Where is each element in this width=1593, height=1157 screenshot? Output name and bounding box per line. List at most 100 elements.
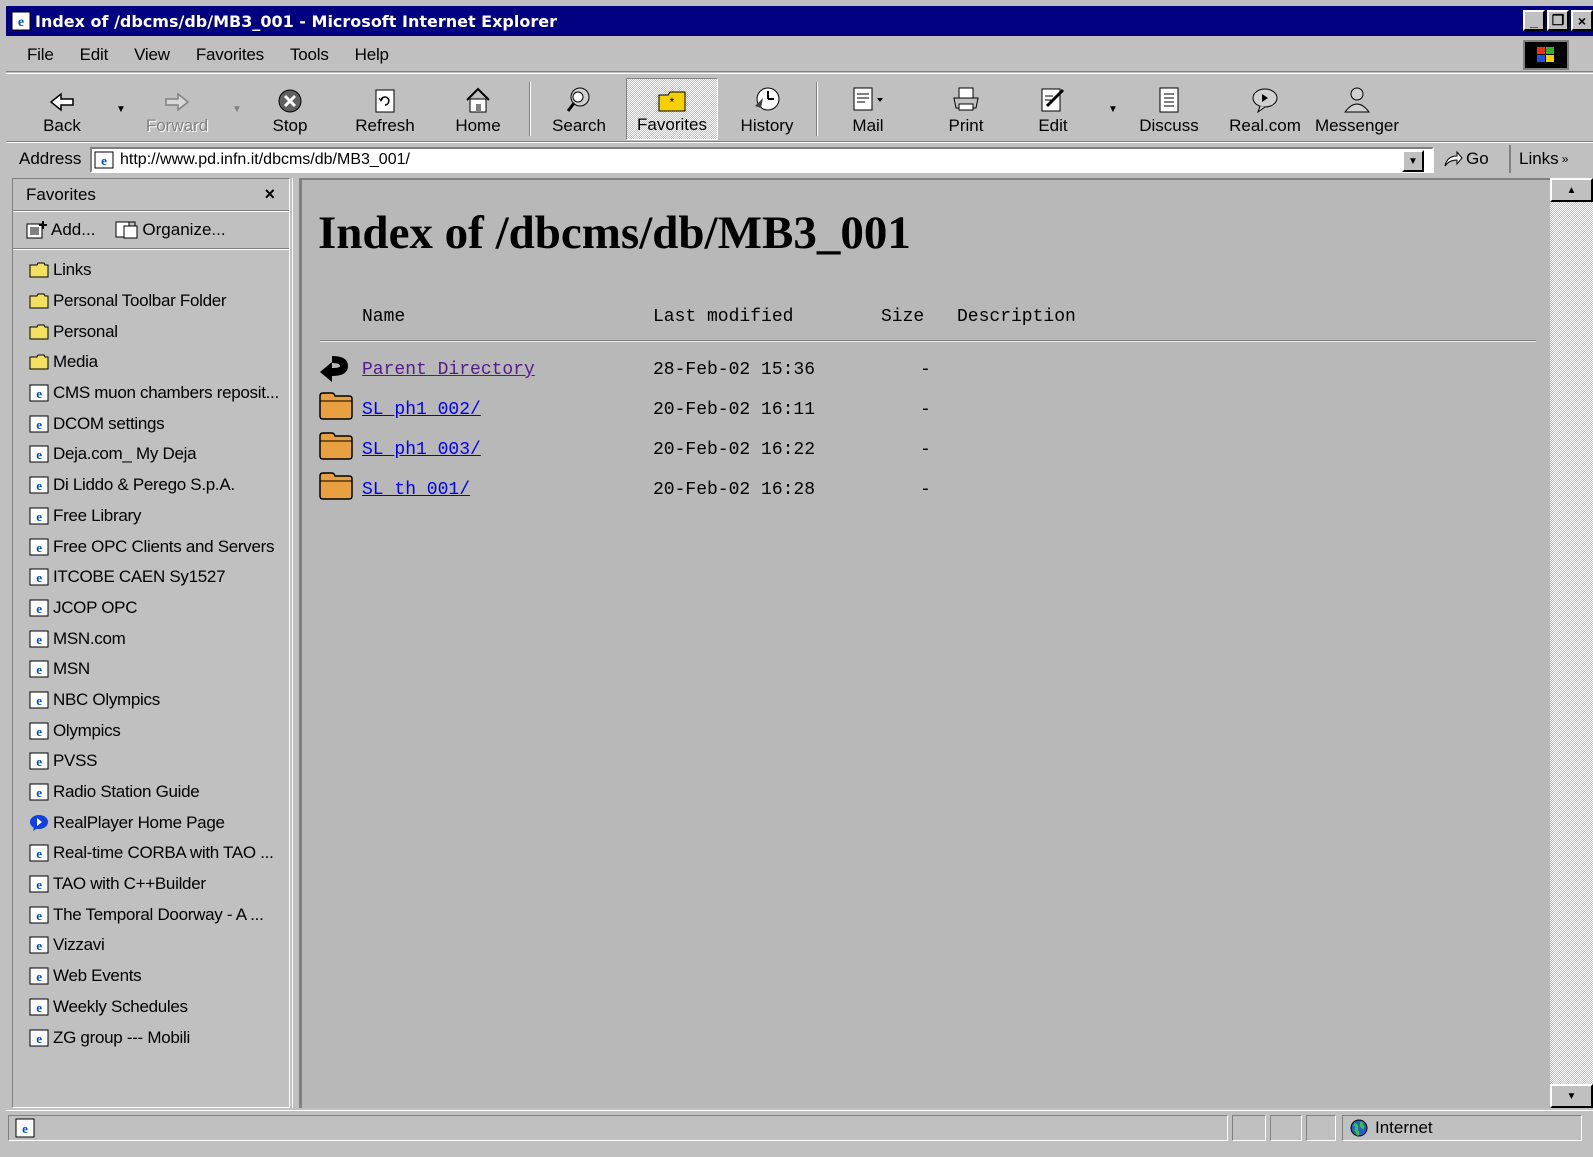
favorites-link-item[interactable]: e Real-time CORBA with TAO ... (13, 838, 289, 869)
favorites-link-item[interactable]: e ZG group --- Mobili (13, 1022, 289, 1053)
address-dropdown-button[interactable]: ▼ (1402, 150, 1424, 172)
last-modified-cell: 28-Feb-02 15:36 (653, 360, 816, 380)
column-header-description[interactable]: Description (957, 307, 1076, 327)
menu-favorites[interactable]: Favorites (183, 45, 277, 65)
back-dropdown-icon[interactable]: ▼ (116, 104, 126, 115)
svg-text:e: e (36, 1000, 42, 1015)
home-button[interactable]: Home (448, 78, 508, 140)
title-bar[interactable]: e Index of /dbcms/db/MB3_001 - Microsoft… (6, 6, 1593, 36)
edit-button[interactable]: Edit (1030, 78, 1076, 140)
print-button[interactable]: Print (940, 78, 992, 140)
edit-dropdown-icon[interactable]: ▼ (1108, 104, 1118, 115)
favorites-link-item[interactable]: e The Temporal Doorway - A ... (13, 899, 289, 930)
file-link[interactable]: SL_th_001/ (362, 480, 470, 500)
favorites-folder-item[interactable]: Personal (13, 316, 289, 347)
ie-page-icon: e (29, 599, 49, 617)
discuss-button[interactable]: Discuss (1134, 78, 1204, 140)
favorites-folder-item[interactable]: Links (13, 255, 289, 286)
messenger-button[interactable]: Messenger (1312, 78, 1402, 140)
favorites-link-item[interactable]: e MSN (13, 654, 289, 685)
status-pane-lock (1270, 1115, 1302, 1141)
parent-directory-icon[interactable] (318, 350, 354, 391)
favorites-link-item[interactable]: e TAO with C++Builder (13, 869, 289, 900)
favorites-folder-item[interactable]: Personal Toolbar Folder (13, 286, 289, 317)
forward-label: Forward (145, 116, 209, 135)
favorites-link-item[interactable]: e Web Events (13, 961, 289, 992)
file-link[interactable]: Parent Directory (362, 360, 535, 380)
favorites-link-item[interactable]: e Weekly Schedules (13, 992, 289, 1023)
favorites-link-item[interactable]: e ITCOBE CAEN Sy1527 (13, 562, 289, 593)
minimize-button[interactable]: _ (1523, 10, 1545, 31)
mail-button[interactable]: Mail (842, 78, 894, 140)
address-input[interactable]: e http://www.pd.infn.it/dbcms/db/MB3_001… (90, 147, 1434, 173)
favorites-link-item[interactable]: e Olympics (13, 715, 289, 746)
svg-text:e: e (36, 877, 42, 892)
folder-icon[interactable] (318, 470, 354, 507)
favorites-link-item[interactable]: e NBC Olympics (13, 685, 289, 716)
security-zone-label: Internet (1375, 1118, 1433, 1137)
favorites-link-item[interactable]: e CMS muon chambers reposit... (13, 378, 289, 409)
svg-text:e: e (22, 1121, 28, 1136)
folder-icon[interactable] (318, 390, 354, 427)
messenger-icon (1343, 87, 1371, 113)
favorites-pane: Favorites × Add... Organize... Links Pers… (12, 178, 290, 1108)
size-cell: - (920, 480, 931, 500)
favorites-item-label: ZG group --- Mobili (53, 1027, 190, 1047)
favorites-link-item[interactable]: e Vizzavi (13, 930, 289, 961)
close-icon[interactable]: × (264, 184, 275, 205)
menu-file[interactable]: File (6, 45, 67, 65)
favorites-link-item[interactable]: e JCOP OPC (13, 593, 289, 624)
favorites-folder-item[interactable]: Media (13, 347, 289, 378)
refresh-button[interactable]: Refresh (350, 78, 420, 140)
favorites-link-item[interactable]: e MSN.com (13, 623, 289, 654)
forward-dropdown-icon[interactable]: ▼ (232, 104, 242, 115)
favorites-folder-icon: * (658, 91, 686, 112)
favorites-link-item[interactable]: e DCOM settings (13, 408, 289, 439)
favorites-link-item[interactable]: e Di Liddo & Perego S.p.A. (13, 470, 289, 501)
file-link[interactable]: SL_ph1_003/ (362, 440, 481, 460)
column-header-size[interactable]: Size (881, 307, 924, 327)
favorites-link-item[interactable]: e PVSS (13, 746, 289, 777)
realcom-button[interactable]: Real.com (1226, 78, 1304, 140)
favorites-link-item[interactable]: e Free OPC Clients and Servers (13, 531, 289, 562)
column-header-last-modified[interactable]: Last modified (653, 307, 793, 327)
go-arrow-icon (1444, 150, 1463, 167)
column-header-name[interactable]: Name (362, 307, 405, 327)
add-favorite-button[interactable]: Add... (26, 220, 95, 240)
svg-text:e: e (36, 386, 42, 401)
last-modified-cell: 20-Feb-02 16:22 (653, 440, 816, 460)
links-toolbar-button[interactable]: Links » (1509, 145, 1568, 173)
organize-favorites-button[interactable]: Organize... (115, 220, 226, 240)
menu-help[interactable]: Help (342, 45, 402, 65)
favorites-button[interactable]: * Favorites (626, 78, 718, 140)
favorites-link-item[interactable]: e Radio Station Guide (13, 777, 289, 808)
organize-icon (115, 221, 138, 239)
vertical-scrollbar[interactable]: ▲ ▼ (1550, 178, 1593, 1108)
maximize-button[interactable]: ❐ (1547, 10, 1569, 31)
close-window-button[interactable]: × (1571, 10, 1593, 31)
favorites-item-label: MSN.com (53, 628, 126, 648)
scroll-up-button[interactable]: ▲ (1550, 178, 1593, 202)
favorites-link-item[interactable]: e Free Library (13, 501, 289, 532)
windows-logo-icon (1523, 40, 1569, 70)
search-button[interactable]: Search (546, 78, 612, 140)
menu-edit[interactable]: Edit (67, 45, 122, 65)
back-button[interactable]: Back (34, 78, 90, 140)
history-button[interactable]: History (734, 78, 800, 140)
forward-button[interactable]: Forward (142, 78, 212, 140)
security-zone-pane[interactable]: Internet (1342, 1115, 1582, 1141)
stop-button[interactable]: Stop (266, 78, 314, 140)
favorites-link-item[interactable]: RealPlayer Home Page (13, 807, 289, 838)
menu-tools[interactable]: Tools (277, 45, 342, 65)
go-button[interactable]: Go (1443, 149, 1489, 169)
favorites-link-item[interactable]: e Deja.com_ My Deja (13, 439, 289, 470)
favorites-item-label: Free Library (53, 505, 142, 525)
file-link[interactable]: SL_ph1_002/ (362, 400, 481, 420)
scroll-down-button[interactable]: ▼ (1550, 1084, 1593, 1108)
pane-splitter[interactable] (292, 178, 300, 1108)
folder-icon[interactable] (318, 430, 354, 467)
menu-view[interactable]: View (121, 45, 183, 65)
folder-icon (29, 323, 49, 341)
realcom-icon (1252, 88, 1278, 114)
organize-favorites-label: Organize... (142, 220, 226, 239)
